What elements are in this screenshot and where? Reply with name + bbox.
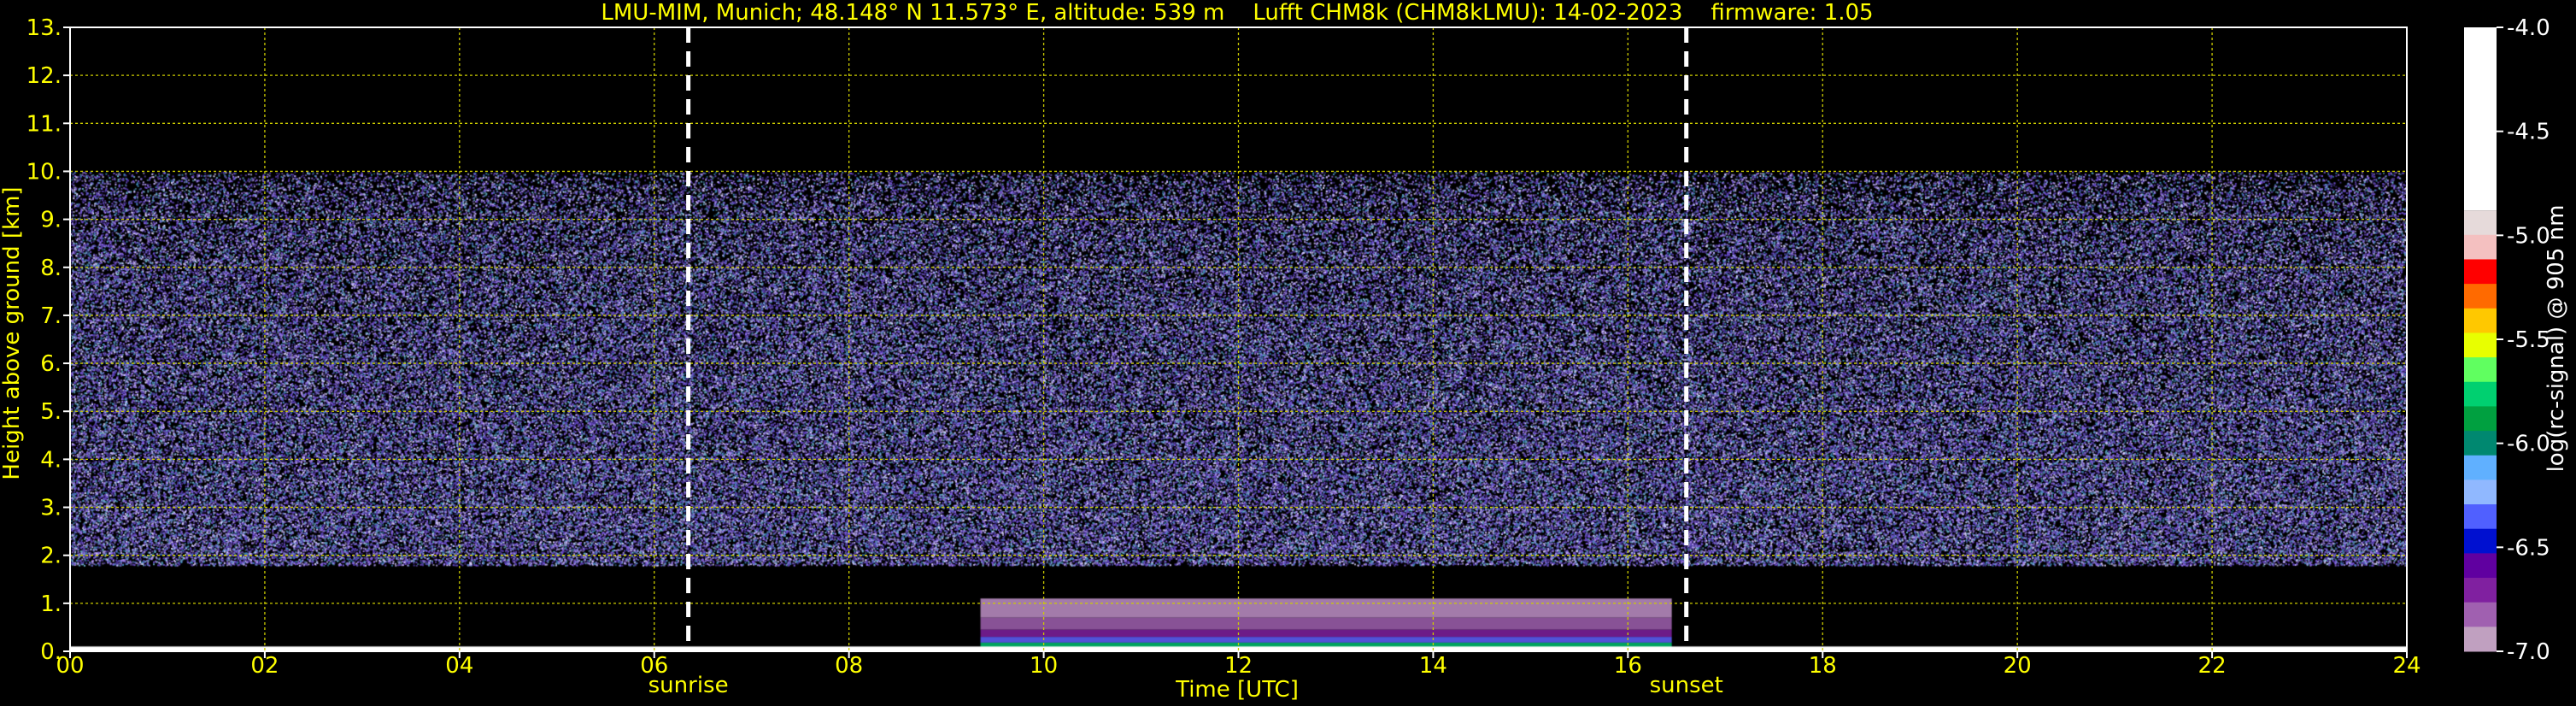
x-tick-label: 12 — [1224, 653, 1253, 679]
x-tick-label: 22 — [2198, 653, 2227, 679]
colorbar-segment — [2464, 357, 2497, 383]
colorbar-segment — [2464, 578, 2497, 603]
y-tick-label: 5. — [40, 399, 62, 425]
colorbar: -4.0-4.5-5.0-5.5-6.0-6.5-7.0 — [2464, 15, 2550, 665]
colorbar-segment — [2464, 602, 2497, 627]
colorbar-segment — [2464, 627, 2497, 652]
sunset-label: sunset — [1650, 673, 1723, 698]
x-tick-label: 10 — [1030, 653, 1058, 679]
y-tick-label: 1. — [40, 591, 62, 617]
y-axis-ticks: 0. 1. 2. 3. 4. 5. 6. 7. 8. 9. 10. 11. 12. 13. — [26, 15, 70, 665]
y-tick-label: 3. — [40, 496, 62, 521]
y-tick-label: 13. — [26, 15, 62, 41]
colorbar-segment — [2464, 381, 2497, 407]
y-tick-label: 11. — [26, 111, 62, 137]
y-axis-label: Height above ground [km] — [0, 186, 25, 479]
y-tick-label: 2. — [40, 544, 62, 569]
colorbar-segment — [2464, 431, 2497, 456]
y-tick-label: 7. — [40, 303, 62, 329]
y-tick-label: 12. — [26, 63, 62, 89]
colorbar-segment — [2464, 479, 2497, 505]
x-tick-label: 06 — [640, 653, 668, 679]
ceilometer-chart: sunrise sunset 00 02 04 06 08 10 12 14 16 18 20 22 24… — [0, 0, 2569, 703]
x-tick-label: 18 — [1809, 653, 1837, 679]
y-tick-label: 8. — [40, 256, 62, 281]
colorbar-segment — [2464, 284, 2497, 309]
x-tick-label: 04 — [445, 653, 473, 679]
y-tick-label: 4. — [40, 447, 62, 473]
colorbar-segment — [2464, 528, 2497, 554]
colorbar-segment — [2464, 308, 2497, 333]
colorbar-tick-label: -7.0 — [2507, 639, 2550, 665]
y-tick-label: 6. — [40, 351, 62, 377]
colorbar-segment — [2464, 553, 2497, 579]
x-axis-label: Time [UTC] — [1175, 677, 1299, 703]
colorbar-tick-label: -6.5 — [2507, 535, 2550, 561]
x-tick-label: 14 — [1419, 653, 1447, 679]
colorbar-segment — [2464, 234, 2497, 260]
colorbar-segment — [2464, 455, 2497, 480]
y-tick-label: 0. — [40, 639, 62, 665]
colorbar-label: log(rc-signal) @ 905 nm — [2544, 205, 2569, 473]
x-tick-label: 20 — [2004, 653, 2032, 679]
colorbar-segment — [2464, 259, 2497, 285]
colorbar-segment — [2464, 210, 2497, 236]
chart-title: LMU-MIM, Munich; 48.148° N 11.573° E, al… — [601, 0, 1873, 26]
x-tick-label: 16 — [1614, 653, 1642, 679]
colorbar-segment — [2464, 406, 2497, 432]
x-axis-ticks: 00 02 04 06 08 10 12 14 16 18 20 22 24 — [56, 651, 2421, 679]
colorbar-tick-label: -4.0 — [2507, 15, 2550, 41]
y-tick-label: 10. — [26, 159, 62, 185]
x-tick-label: 24 — [2392, 653, 2421, 679]
x-tick-label: 02 — [250, 653, 279, 679]
y-tick-label: 9. — [40, 208, 62, 233]
colorbar-segment — [2464, 332, 2497, 358]
x-tick-label: 08 — [835, 653, 863, 679]
colorbar-segment — [2464, 504, 2497, 530]
colorbar-tick-label: -4.5 — [2507, 120, 2550, 145]
colorbar-segment — [2464, 27, 2497, 211]
